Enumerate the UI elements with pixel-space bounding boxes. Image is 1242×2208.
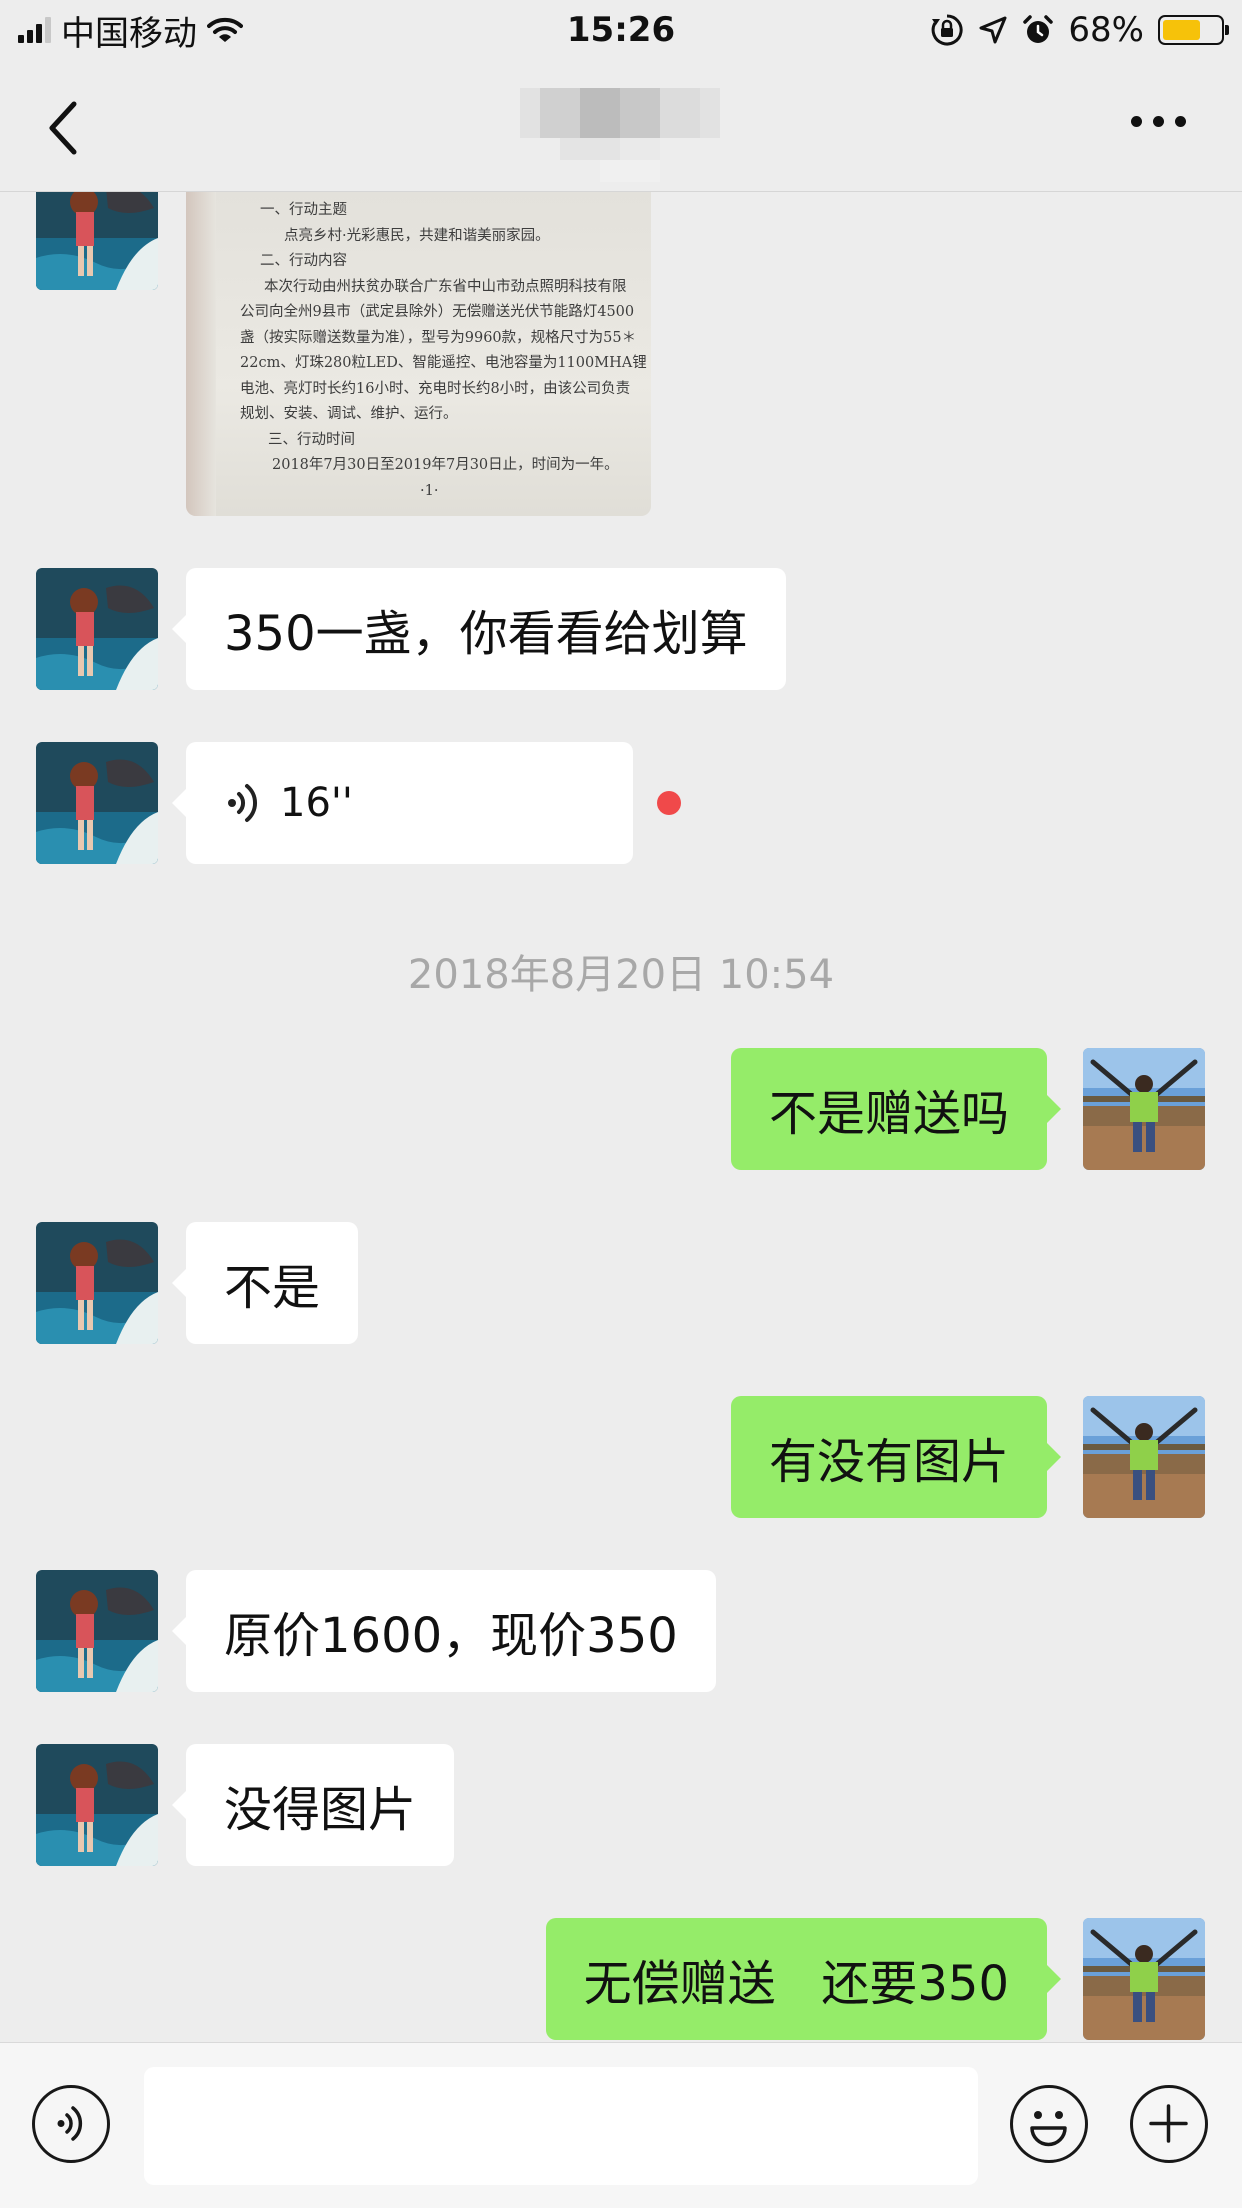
document-line: 本次行动由州扶贫办联合广东省中山市劲点照明科技有限: [264, 278, 627, 295]
document-line: 22cm、灯珠280粒LED、智能遥控、电池容量为1100MHA锂: [240, 355, 647, 371]
message-bubble-incoming[interactable]: 350一盏，你看看给划算: [172, 568, 786, 690]
message-input[interactable]: [144, 2067, 978, 2185]
contact-avatar[interactable]: [36, 1570, 158, 1692]
message-bubble-outgoing[interactable]: 有没有图片: [730, 1396, 1062, 1518]
message-bubble-outgoing[interactable]: 不是赠送吗: [730, 1048, 1062, 1170]
document-text: 一、行动主题点亮乡村·光彩惠民，共建和谐美丽家园。二、行动内容本次行动由州扶贫办…: [240, 198, 647, 504]
contact-avatar[interactable]: [36, 192, 158, 290]
status-right: 68%: [930, 8, 1229, 52]
message-text: 原价1600，现价350: [224, 1608, 678, 1664]
chat-timestamp: 2018年8月20日 10:54: [407, 952, 835, 998]
contact-avatar[interactable]: [36, 1744, 158, 1866]
message-bubble-outgoing[interactable]: 无偿赠送 还要350: [545, 1918, 1062, 2040]
battery-percent: 68%: [1068, 10, 1144, 50]
nav-bar: [0, 62, 1242, 192]
my-avatar[interactable]: [1083, 1396, 1205, 1518]
document-line: 电池、亮灯时长约16小时、充电时长约8小时，由该公司负责: [240, 380, 631, 397]
message-bubble-incoming[interactable]: 原价1600，现价350: [172, 1570, 716, 1692]
plus-icon[interactable]: [1130, 2085, 1208, 2163]
document-line: 规划、安装、调试、维护、运行。: [240, 406, 458, 422]
document-line: 点亮乡村·光彩惠民，共建和谐美丽家园。: [284, 227, 550, 244]
message-bubble-incoming[interactable]: 不是: [171, 1222, 359, 1344]
message-text: 没得图片: [224, 1782, 417, 1838]
message-text: 有没有图片: [768, 1434, 1009, 1490]
message-bubble-incoming[interactable]: 没得图片: [171, 1744, 455, 1866]
document-line: ·1·: [420, 482, 439, 499]
voice-duration: 16'': [280, 780, 353, 826]
document-line: 一、行动主题: [260, 202, 347, 218]
message-text: 不是赠送吗: [768, 1086, 1009, 1142]
voice-message-bubble[interactable]: 16'': [172, 742, 633, 864]
message-text: 无偿赠送 还要350: [583, 1956, 1009, 2012]
contact-avatar[interactable]: [36, 568, 158, 690]
document-line: 二、行动内容: [260, 253, 347, 269]
alarm-icon: [1023, 15, 1054, 43]
document-line: 三、行动时间: [268, 431, 355, 448]
input-bar: [0, 2042, 1242, 2208]
voice-input-icon[interactable]: [32, 2085, 110, 2163]
orientation-lock-icon: [932, 14, 964, 46]
document-line: 公司向全州9县市（武定县除外）无偿赠送光伏节能路灯4500: [240, 304, 635, 320]
message-text: 350一盏，你看看给划算: [224, 606, 748, 662]
unread-dot: [657, 791, 681, 815]
voice-wave-icon: [228, 784, 258, 822]
chat-list[interactable]: 一、行动主题点亮乡村·光彩惠民，共建和谐美丽家园。二、行动内容本次行动由州扶贫办…: [0, 192, 1242, 2042]
status-bar: 中国移动 15:26 68%: [0, 0, 1242, 62]
contact-avatar[interactable]: [36, 1222, 158, 1344]
battery-level: [1163, 20, 1200, 40]
message-text: 不是: [224, 1260, 321, 1316]
contact-avatar[interactable]: [36, 742, 158, 864]
location-icon: [979, 16, 1007, 44]
more-dots-icon[interactable]: [1131, 116, 1186, 127]
document-photo[interactable]: 一、行动主题点亮乡村·光彩惠民，共建和谐美丽家园。二、行动内容本次行动由州扶贫办…: [186, 192, 651, 516]
battery-icon: [1158, 15, 1229, 45]
document-line: 盏（按实际赠送数量为准），型号为9960款，规格尺寸为55＊: [240, 329, 637, 346]
document-line: 2018年7月30日至2019年7月30日止，时间为一年。: [272, 457, 619, 473]
chevron-left-icon[interactable]: [44, 100, 84, 156]
chat-title-pixelated[interactable]: [520, 70, 720, 190]
my-avatar[interactable]: [1083, 1918, 1205, 2040]
my-avatar[interactable]: [1083, 1048, 1205, 1170]
emoji-icon[interactable]: [1010, 2085, 1088, 2163]
